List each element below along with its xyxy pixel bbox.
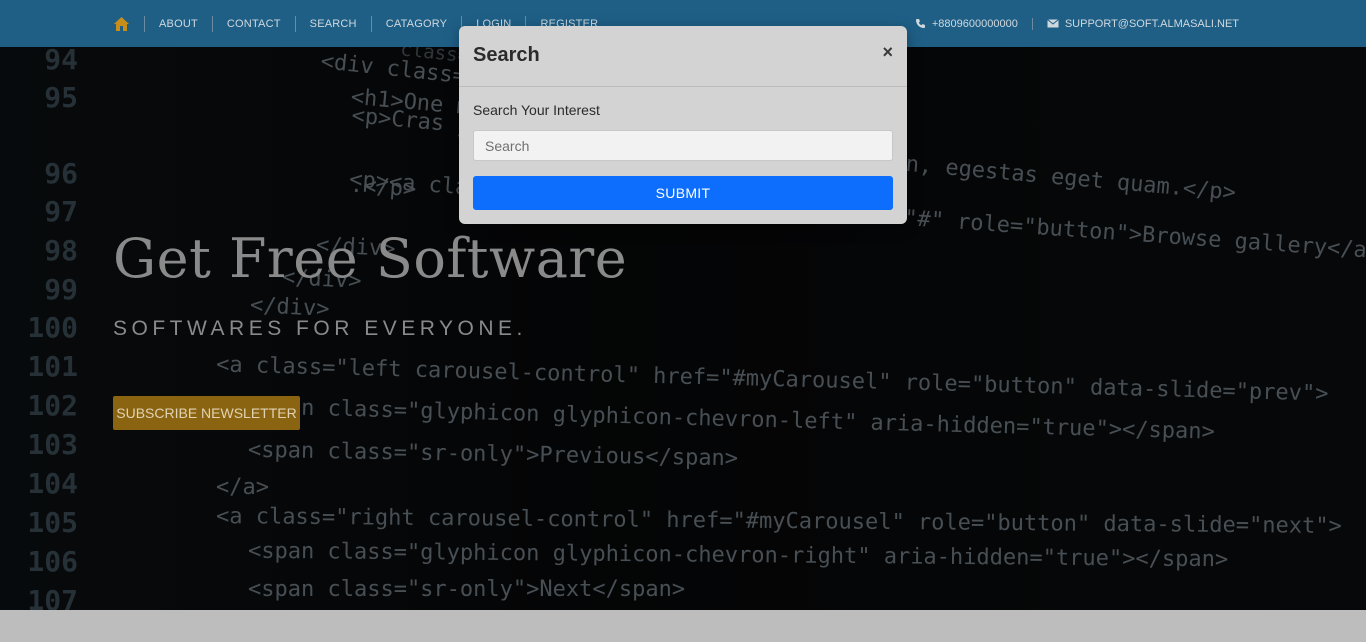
search-input[interactable] [473, 130, 893, 161]
email-contact[interactable]: SUPPORT@SOFT.ALMASALI.NET [1031, 17, 1253, 30]
phone-icon [915, 19, 925, 28]
phone-number: +8809600000000 [931, 17, 1018, 30]
nav-contact[interactable]: CONTACT [211, 15, 295, 32]
modal-title: Search [473, 44, 540, 66]
email-address: SUPPORT@SOFT.ALMASALI.NET [1064, 17, 1239, 30]
hero-title: Get Free Software [113, 227, 628, 290]
submit-button[interactable]: SUBMIT [473, 176, 893, 210]
nav-category[interactable]: CATAGORY [370, 15, 462, 32]
search-label: Search Your Interest [473, 102, 600, 118]
nav-about[interactable]: ABOUT [144, 15, 212, 32]
subscribe-newsletter-button[interactable]: SUBSCRIBE NEWSLETTER [113, 396, 300, 430]
search-modal: Search × Search Your Interest SUBMIT [459, 26, 907, 224]
page-bottom-strip [0, 610, 1366, 642]
phone-contact[interactable]: +8809600000000 [901, 18, 1032, 30]
home-icon[interactable] [113, 15, 130, 32]
nav-search[interactable]: SEARCH [294, 15, 371, 32]
contact-info: +8809600000000 SUPPORT@SOFT.ALMASALI.NET [901, 0, 1253, 47]
hero-subtitle: SOFTWARES FOR EVERYONE. [113, 317, 527, 340]
envelope-icon [1047, 19, 1059, 28]
close-icon[interactable]: × [882, 42, 893, 63]
modal-header: Search × [459, 26, 907, 87]
